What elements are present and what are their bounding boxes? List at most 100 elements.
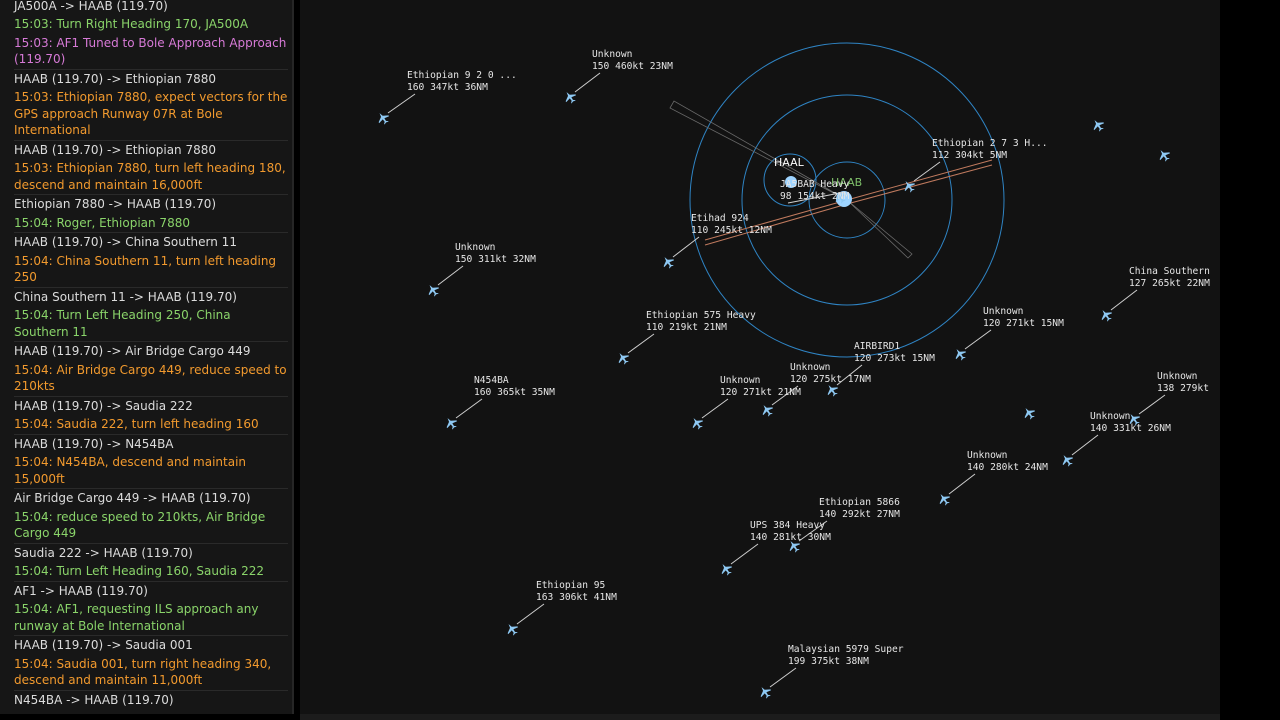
aircraft-callsign[interactable]: Ethiopian 5866 bbox=[819, 497, 900, 508]
log-message: 15:03: Ethiopian 7880, turn left heading… bbox=[14, 161, 286, 192]
aircraft-datablock: 199 375kt 38NM bbox=[788, 656, 869, 667]
aircraft-target[interactable]: Ethiopian 575 Heavy110 219kt 21NM bbox=[615, 310, 756, 367]
aircraft-datablock: 138 279kt bbox=[1157, 383, 1209, 394]
aircraft-target[interactable]: Ethiopian 95163 306kt 41NM bbox=[504, 580, 617, 638]
aircraft-target[interactable]: Ethiopian 2 7 3 H...112 304kt 5NM bbox=[901, 138, 1048, 195]
aircraft-datablock: 150 460kt 23NM bbox=[592, 61, 673, 72]
aircraft-leader-line bbox=[574, 72, 601, 93]
message-log-panel[interactable]: 15:03: JA500A, turn right heading 170Eth… bbox=[0, 0, 294, 714]
log-message: N454BA -> HAAB (119.70) bbox=[14, 689, 288, 710]
log-message: HAAB (119.70) -> Air Bridge Cargo 449 bbox=[14, 341, 288, 361]
aircraft-datablock: 120 271kt 15NM bbox=[983, 318, 1064, 329]
aircraft-target[interactable]: Malaysian 5979 Super199 375kt 38NM bbox=[757, 644, 904, 701]
aircraft-datablock: 120 271kt 21NM bbox=[720, 387, 801, 398]
airport-label-haal: HAAL bbox=[774, 156, 805, 169]
aircraft-datablock: 150 311kt 32NM bbox=[455, 254, 536, 265]
aircraft-target[interactable]: Unknown150 311kt 32NM bbox=[425, 242, 536, 299]
aircraft-datablock: 160 365kt 35NM bbox=[474, 387, 555, 398]
aircraft-datablock: 120 273kt 15NM bbox=[854, 353, 935, 364]
aircraft-target[interactable]: JA5BAB Heavy98 154kt 2NM bbox=[780, 179, 850, 206]
aircraft-datablock: 127 265kt 22NM bbox=[1129, 278, 1210, 289]
log-message: Saudia 222 -> HAAB (119.70) bbox=[14, 542, 288, 563]
aircraft-callsign[interactable]: Unknown bbox=[967, 450, 1007, 461]
log-message: 15:04: China Southern 11, turn left head… bbox=[14, 253, 277, 285]
aircraft-leader-line bbox=[964, 329, 992, 350]
aircraft-leader-line bbox=[730, 543, 759, 565]
aircraft-layer: Ethiopian 9 2 0 ...160 347kt 36NM Unknown… bbox=[375, 49, 1210, 701]
aircraft-leader-line bbox=[627, 333, 655, 354]
aircraft-callsign[interactable]: AIRBIRD1 bbox=[854, 341, 900, 352]
log-message: Ethiopian 7880 -> HAAB (119.70) bbox=[14, 194, 288, 214]
aircraft-callsign[interactable]: Unknown bbox=[790, 362, 830, 373]
runway-approach-cone-east bbox=[846, 199, 913, 259]
aircraft-target[interactable]: Unknown140 331kt 26NM bbox=[1059, 411, 1171, 469]
aircraft-target[interactable]: Unknown138 279kt bbox=[1126, 371, 1209, 428]
scope-bottom-bar bbox=[300, 714, 1220, 720]
aircraft-target[interactable]: UPS 384 Heavy140 281kt 30NM bbox=[718, 520, 831, 578]
aircraft-datablock: 98 154kt 2NM bbox=[780, 191, 850, 202]
log-message: 15:04: Saudia 001, turn right heading 34… bbox=[14, 656, 272, 688]
radar-scope-svg[interactable]: HAAL HAAB Ethiopian 9 2 0 ...160 347kt 3… bbox=[300, 0, 1220, 714]
aircraft-target[interactable]: China Southern127 265kt 22NM bbox=[1098, 266, 1210, 324]
aircraft-callsign[interactable]: Malaysian 5979 Super bbox=[788, 644, 904, 655]
aircraft-callsign[interactable]: UPS 384 Heavy bbox=[750, 520, 825, 531]
log-message: HAAB (119.70) -> Saudia 222 bbox=[14, 395, 288, 416]
aircraft-callsign[interactable]: Unknown bbox=[1090, 411, 1130, 422]
aircraft-callsign[interactable]: JA5BAB Heavy bbox=[780, 179, 850, 190]
aircraft-target[interactable]: AIRBIRD1120 273kt 15NM bbox=[824, 341, 935, 399]
log-message: HAAB (119.70) -> Ethiopian 7880 bbox=[14, 139, 288, 160]
aircraft-callsign[interactable]: Unknown bbox=[455, 242, 495, 253]
log-message: 15:04: N454BA, descend and maintain 15,0… bbox=[14, 455, 247, 486]
radar-scope[interactable]: HAAL HAAB Ethiopian 9 2 0 ... 160 347kt 3… bbox=[300, 0, 1220, 714]
runway-centerline-east bbox=[846, 159, 993, 201]
log-message: 15:03: AF1 Tuned to Bole Approach Approa… bbox=[14, 35, 287, 67]
aircraft-callsign[interactable]: N454BA bbox=[474, 375, 509, 386]
log-message: HAAB (119.70) -> N454BA bbox=[14, 433, 288, 454]
aircraft-leader-line bbox=[455, 398, 483, 419]
aircraft-target[interactable]: Ethiopian 9 2 0 ...160 347kt 36NM bbox=[375, 70, 517, 127]
runway-centerline-east-b bbox=[846, 164, 993, 205]
log-message: 15:04: Roger, Ethiopian 7880 bbox=[14, 215, 190, 230]
aircraft-leader-line bbox=[387, 93, 416, 114]
aircraft-icon[interactable] bbox=[1156, 147, 1173, 164]
aircraft-datablock: 110 245kt 12NM bbox=[691, 225, 772, 236]
aircraft-callsign[interactable]: Etihad 924 bbox=[691, 213, 749, 224]
aircraft-datablock: 140 281kt 30NM bbox=[750, 532, 831, 543]
aircraft-leader-line bbox=[769, 667, 797, 688]
log-message: 15:04: Saudia 222, turn left heading 160 bbox=[14, 417, 259, 431]
log-message: 15:04: AF1, requesting ILS approach any … bbox=[14, 602, 259, 633]
log-message: Air Bridge Cargo 449 -> HAAB (119.70) bbox=[14, 488, 288, 508]
aircraft-datablock: 160 347kt 36NM bbox=[407, 82, 488, 93]
message-log-list: 15:03: JA500A, turn right heading 170Eth… bbox=[0, 0, 292, 709]
aircraft-datablock: 140 292kt 27NM bbox=[819, 509, 900, 520]
right-edge-bar bbox=[1220, 0, 1280, 720]
log-message: 15:04: reduce speed to 210kts, Air Bridg… bbox=[14, 509, 266, 541]
aircraft-datablock: 140 331kt 26NM bbox=[1090, 423, 1171, 434]
aircraft-callsign[interactable]: Unknown bbox=[720, 375, 760, 386]
aircraft-callsign[interactable]: Ethiopian 2 7 3 H... bbox=[932, 138, 1048, 149]
aircraft-target[interactable]: Unknown120 271kt 15NM bbox=[952, 306, 1064, 363]
aircraft-icon[interactable] bbox=[1090, 117, 1107, 134]
aircraft-callsign[interactable]: China Southern bbox=[1129, 266, 1210, 277]
log-message: AF1 -> HAAB (119.70) bbox=[14, 580, 288, 601]
aircraft-callsign[interactable]: Ethiopian 575 Heavy bbox=[646, 310, 756, 321]
aircraft-callsign[interactable]: Unknown bbox=[983, 306, 1023, 317]
aircraft-target[interactable]: Unknown150 460kt 23NM bbox=[562, 49, 673, 106]
aircraft-datablock: 140 280kt 24NM bbox=[967, 462, 1048, 473]
aircraft-icon[interactable] bbox=[1021, 405, 1038, 422]
log-message: 15:04: Air Bridge Cargo 449, reduce spee… bbox=[14, 362, 287, 394]
aircraft-leader-line bbox=[948, 473, 976, 495]
log-message: HAAB (119.70) -> Saudia 001 bbox=[14, 635, 288, 655]
aircraft-callsign[interactable]: Ethiopian 9 2 0 ... bbox=[407, 70, 517, 81]
aircraft-datablock: 110 219kt 21NM bbox=[646, 322, 727, 333]
log-message: 15:04: Turn Left Heading 250, China Sout… bbox=[14, 308, 231, 339]
aircraft-callsign[interactable]: Unknown bbox=[1157, 371, 1197, 382]
aircraft-callsign[interactable]: Unknown bbox=[592, 49, 632, 60]
aircraft-target[interactable]: Unknown140 280kt 24NM bbox=[936, 450, 1048, 508]
aircraft-callsign[interactable]: Ethiopian 95 bbox=[536, 580, 605, 591]
aircraft-target[interactable]: Unknown120 271kt 21NM bbox=[689, 375, 801, 432]
aircraft-datablock: 112 304kt 5NM bbox=[932, 150, 1007, 161]
aircraft-target[interactable]: N454BA160 365kt 35NM bbox=[443, 375, 555, 432]
aircraft-leader-line bbox=[1071, 434, 1099, 456]
log-message: 15:03: Turn Right Heading 170, JA500A bbox=[14, 17, 249, 31]
